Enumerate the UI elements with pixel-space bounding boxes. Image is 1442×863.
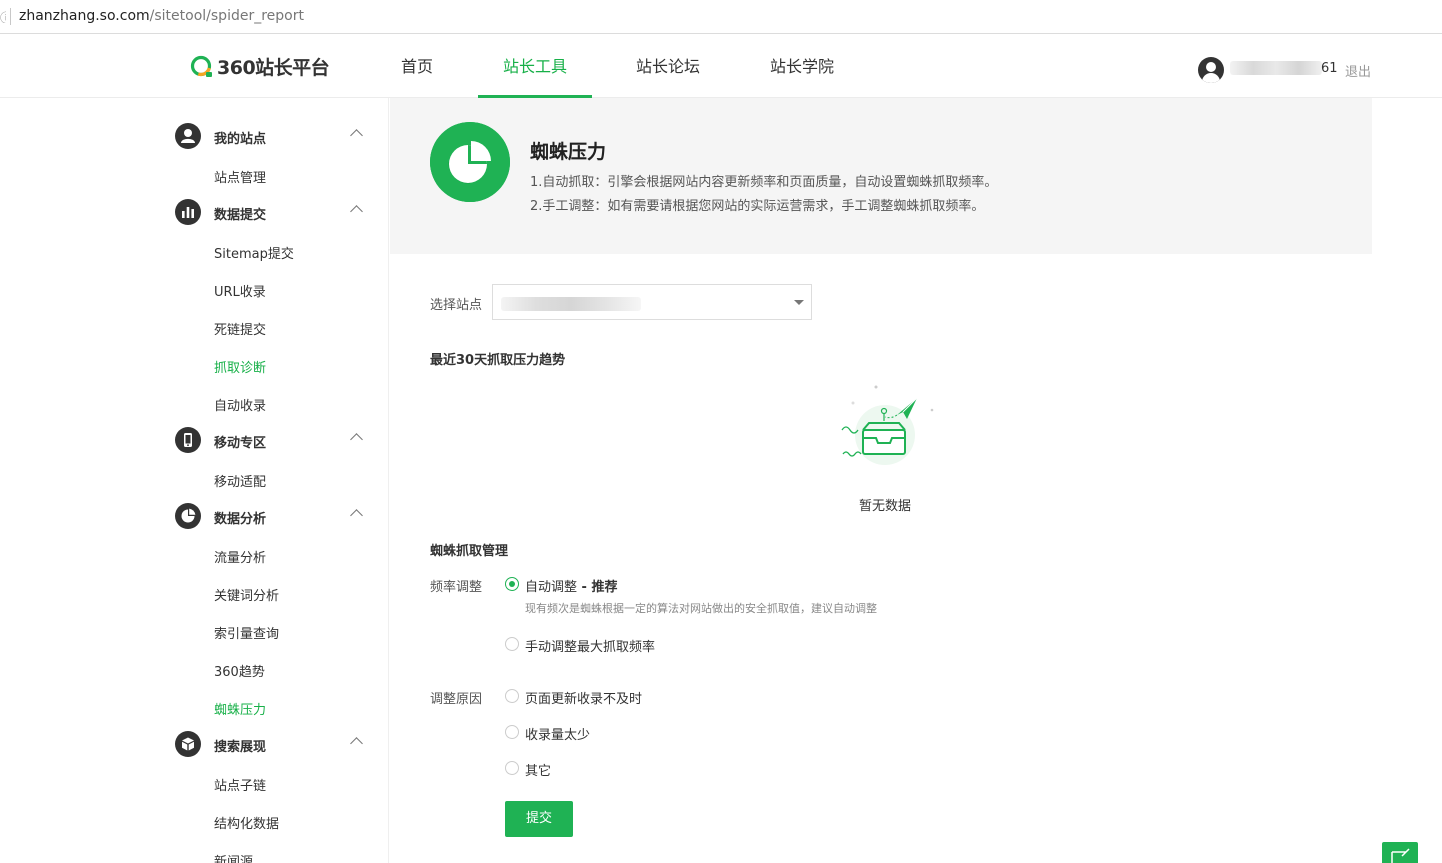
nav-academy[interactable]: 站长学院 [762, 35, 842, 98]
sidebar-section-label: 我的站点 [214, 132, 267, 147]
address-divider [10, 8, 11, 25]
bar-chart-icon [175, 199, 201, 225]
option-manual-adjust[interactable]: 手动调整最大抓取频率 [525, 636, 655, 655]
avatar-icon[interactable] [1198, 57, 1224, 83]
sidebar-section-my-sites[interactable]: 我的站点 [175, 123, 365, 151]
sidebar-item-url-indexing[interactable]: URL收录 [214, 281, 266, 300]
trend-heading: 最近30天抓取压力趋势 [430, 353, 566, 368]
logout-link[interactable]: 退出 [1345, 61, 1371, 80]
sidebar-section-label: 数据分析 [214, 512, 267, 527]
option-reason-other[interactable]: 其它 [525, 760, 551, 779]
user-icon [175, 123, 201, 149]
cube-icon [175, 731, 201, 757]
sidebar-item-crawl-diagnosis[interactable]: 抓取诊断 [214, 357, 266, 376]
caret-down-icon[interactable] [794, 300, 804, 305]
reason-label: 调整原因 [430, 692, 483, 707]
chevron-up-icon[interactable] [350, 205, 363, 218]
recommended-tag: - 推荐 [577, 580, 618, 595]
option-auto-label: 自动调整 [525, 580, 578, 595]
info-icon[interactable]: ⓘ [0, 9, 6, 23]
chevron-up-icon[interactable] [350, 129, 363, 142]
sidebar-item-news-source[interactable]: 新闻源 [214, 851, 253, 863]
radio-reason-low-index[interactable] [505, 725, 519, 739]
sidebar-section-label: 移动专区 [214, 436, 267, 451]
sidebar-item-index-query[interactable]: 索引量查询 [214, 623, 279, 642]
site-select-label: 选择站点 [430, 298, 483, 313]
feedback-button[interactable] [1382, 842, 1418, 863]
nav-webmaster-tools[interactable]: 站长工具 [478, 35, 592, 98]
logo-text: 360站长平台 [217, 57, 330, 79]
site-select[interactable] [492, 284, 812, 320]
sidebar-item-mobile-adapt[interactable]: 移动适配 [214, 471, 266, 490]
logo-mark-icon [190, 55, 212, 77]
sidebar-section-label: 搜索展现 [214, 740, 267, 755]
url-text[interactable]: zhanzhang.so.com/sitetool/spider_report [19, 7, 304, 25]
sidebar: 我的站点 站点管理 数据提交 Sitemap提交 URL收录 死链提交 抓取诊断… [0, 98, 389, 863]
empty-state-text: 暂无数据 [858, 499, 911, 514]
radio-auto-adjust[interactable] [505, 577, 519, 591]
sidebar-section-label: 数据提交 [214, 208, 267, 223]
username-redacted [1230, 61, 1322, 75]
address-bar[interactable]: ⓘ zhanzhang.so.com/sitetool/spider_repor… [0, 0, 1442, 34]
chevron-up-icon[interactable] [350, 433, 363, 446]
sidebar-section-search-display[interactable]: 搜索展现 [175, 731, 365, 759]
site-value-redacted [501, 297, 641, 311]
sidebar-item-auto-indexing[interactable]: 自动收录 [214, 395, 266, 414]
chevron-up-icon[interactable] [350, 509, 363, 522]
radio-reason-slow-update[interactable] [505, 689, 519, 703]
mobile-icon [175, 427, 201, 453]
sidebar-item-traffic-analysis[interactable]: 流量分析 [214, 547, 266, 566]
sidebar-item-dead-links[interactable]: 死链提交 [214, 319, 266, 338]
auto-adjust-hint: 现有频次是蜘蛛根据一定的算法对网站做出的安全抓取值，建议自动调整 [525, 602, 877, 615]
sidebar-section-mobile[interactable]: 移动专区 [175, 427, 365, 455]
username-suffix: 61 [1321, 61, 1338, 76]
manage-heading: 蜘蛛抓取管理 [430, 544, 509, 559]
pie-chart-icon [175, 503, 201, 529]
sidebar-item-360-trend[interactable]: 360趋势 [214, 661, 265, 680]
option-reason-low-index[interactable]: 收录量太少 [525, 724, 590, 743]
submit-button[interactable]: 提交 [505, 801, 573, 837]
url-path: /sitetool/spider_report [149, 8, 304, 24]
radio-manual-adjust[interactable] [505, 637, 519, 651]
sidebar-item-sitemap[interactable]: Sitemap提交 [214, 243, 294, 262]
empty-inbox-icon [841, 385, 934, 465]
pie-chart-icon [430, 122, 510, 202]
url-host: zhanzhang.so.com [19, 8, 150, 24]
page-banner: 蜘蛛压力 1.自动抓取：引擎会根据网站内容更新频率和页面质量，自动设置蜘蛛抓取频… [390, 98, 1372, 254]
top-navigation: 360站长平台 首页 站长工具 站长论坛 站长学院 61 退出 [0, 35, 1442, 98]
sidebar-item-site-management[interactable]: 站点管理 [214, 167, 266, 186]
nav-home[interactable]: 首页 [392, 35, 442, 98]
chevron-up-icon[interactable] [350, 737, 363, 750]
sidebar-item-structured-data[interactable]: 结构化数据 [214, 813, 279, 832]
banner-desc-auto: 1.自动抓取：引擎会根据网站内容更新频率和页面质量，自动设置蜘蛛抓取频率。 [530, 175, 998, 190]
sidebar-section-data-analysis[interactable]: 数据分析 [175, 503, 365, 531]
sidebar-item-spider-pressure[interactable]: 蜘蛛压力 [214, 699, 266, 718]
feedback-icon [1391, 848, 1410, 863]
option-reason-slow-update[interactable]: 页面更新收录不及时 [525, 688, 642, 707]
radio-reason-other[interactable] [505, 761, 519, 775]
freq-label: 频率调整 [430, 580, 483, 595]
sidebar-item-keyword-analysis[interactable]: 关键词分析 [214, 585, 279, 604]
option-auto-adjust[interactable]: 自动调整 - 推荐 [525, 576, 617, 595]
nav-forum[interactable]: 站长论坛 [628, 35, 708, 98]
sidebar-item-sitelinks[interactable]: 站点子链 [214, 775, 266, 794]
page-title: 蜘蛛压力 [530, 141, 607, 163]
banner-desc-manual: 2.手工调整：如有需要请根据您网站的实际运营需求，手工调整蜘蛛抓取频率。 [530, 199, 985, 214]
sidebar-section-data-submit[interactable]: 数据提交 [175, 199, 365, 227]
